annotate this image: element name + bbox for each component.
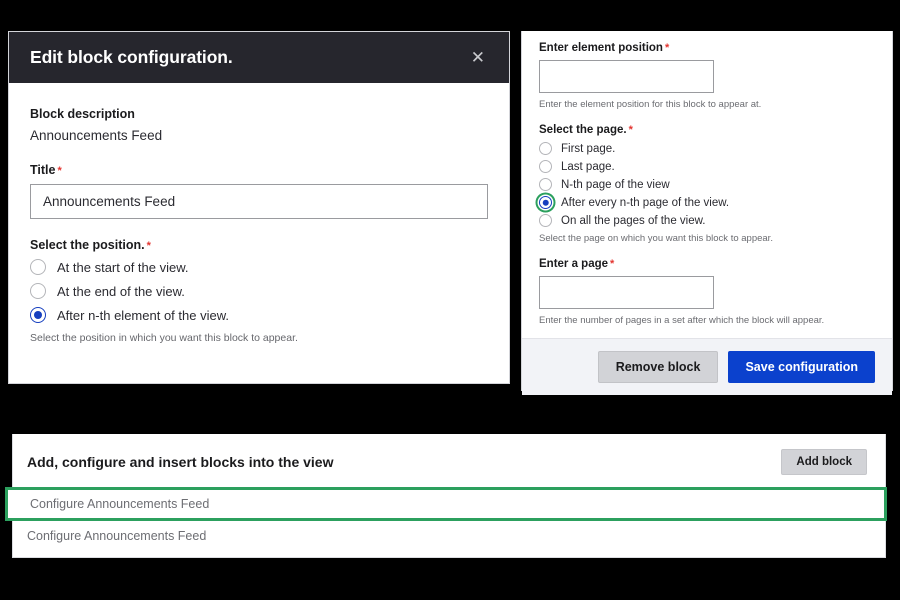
- enter-a-page-label: Enter a page *: [539, 258, 615, 270]
- element-position-help: Enter the element position for this bloc…: [539, 99, 762, 110]
- enter-a-page-help: Enter the number of pages in a set after…: [539, 315, 825, 326]
- radio-on-all-pages[interactable]: On all the pages of the view.: [539, 214, 875, 227]
- block-description-label: Block description: [30, 107, 135, 121]
- position-radio-group: At the start of the view. At the end of …: [30, 259, 488, 323]
- blocks-list-title: Add, configure and insert blocks into th…: [27, 454, 334, 470]
- radio-label: After n-th element of the view.: [57, 307, 229, 323]
- blocks-list-header: Add, configure and insert blocks into th…: [13, 434, 885, 488]
- radio-icon: [539, 214, 552, 227]
- element-position-input[interactable]: [539, 60, 714, 93]
- select-page-group: Select the page. * First page. Last page.…: [539, 124, 875, 244]
- remove-block-button[interactable]: Remove block: [597, 351, 719, 383]
- radio-label: At the end of the view.: [57, 283, 185, 299]
- enter-a-page-input[interactable]: [539, 276, 714, 309]
- dialog-title: Edit block configuration.: [30, 47, 233, 67]
- title-input[interactable]: [30, 184, 488, 219]
- required-marker: *: [146, 240, 151, 252]
- radio-after-nth-element[interactable]: After n-th element of the view.: [30, 307, 488, 323]
- radio-after-every-nth-page[interactable]: After every n-th page of the view.: [539, 196, 875, 209]
- blocks-list-panel: Add, configure and insert blocks into th…: [5, 434, 887, 558]
- dialog-footer: Remove block Save configuration: [522, 338, 892, 395]
- select-position-label: Select the position. *: [30, 238, 151, 252]
- radio-last-page[interactable]: Last page.: [539, 160, 875, 173]
- select-position-group: Select the position. * At the start of th…: [30, 238, 488, 344]
- radio-icon: [539, 142, 552, 155]
- enter-a-page-group: Enter a page * Enter the number of pages …: [539, 258, 875, 326]
- save-configuration-button[interactable]: Save configuration: [728, 351, 875, 383]
- select-page-label: Select the page. *: [539, 124, 633, 136]
- block-description-group: Block description Announcements Feed: [30, 107, 488, 143]
- required-marker: *: [664, 42, 670, 54]
- radio-nth-page[interactable]: N-th page of the view: [539, 178, 875, 191]
- element-position-group: Enter element position * Enter the elemen…: [539, 42, 875, 110]
- radio-icon: [539, 160, 552, 173]
- radio-label: Last page.: [561, 160, 615, 173]
- block-placement-panel: Enter element position * Enter the elemen…: [521, 31, 893, 395]
- page-radio-group: First page. Last page. N-th page of the …: [539, 142, 875, 227]
- required-marker: *: [610, 258, 615, 270]
- radio-icon: [30, 259, 46, 275]
- block-placement-body: Enter element position * Enter the elemen…: [522, 31, 892, 338]
- element-position-label: Enter element position *: [539, 42, 670, 54]
- list-item-configure-block-1[interactable]: Configure Announcements Feed: [5, 487, 887, 521]
- title-label: Title *: [30, 163, 62, 177]
- radio-at-end-of-view[interactable]: At the end of the view.: [30, 283, 488, 299]
- add-block-button[interactable]: Add block: [781, 449, 867, 475]
- radio-at-start-of-view[interactable]: At the start of the view.: [30, 259, 488, 275]
- edit-block-configuration-dialog: Edit block configuration. ✕ Block descri…: [8, 31, 510, 384]
- radio-label: First page.: [561, 142, 616, 155]
- radio-icon-selected-focused: [539, 196, 552, 209]
- radio-label: At the start of the view.: [57, 259, 189, 275]
- list-item-configure-block-2[interactable]: Configure Announcements Feed: [13, 521, 885, 551]
- title-field-group: Title *: [30, 163, 488, 238]
- close-icon[interactable]: ✕: [465, 45, 491, 70]
- radio-icon: [30, 283, 46, 299]
- radio-icon-selected: [30, 307, 46, 323]
- position-help-text: Select the position in which you want th…: [30, 332, 298, 344]
- block-description-value: Announcements Feed: [30, 128, 163, 143]
- radio-label: After every n-th page of the view.: [561, 196, 730, 209]
- radio-label: N-th page of the view: [561, 178, 670, 191]
- radio-first-page[interactable]: First page.: [539, 142, 875, 155]
- screen-root: Edit block configuration. ✕ Block descri…: [0, 0, 900, 600]
- dialog-header: Edit block configuration. ✕: [9, 32, 509, 83]
- radio-icon: [539, 178, 552, 191]
- dialog-body: Block description Announcements Feed Tit…: [9, 83, 509, 383]
- required-marker: *: [57, 165, 62, 177]
- select-page-help: Select the page on which you want this b…: [539, 233, 773, 244]
- required-marker: *: [628, 124, 633, 136]
- radio-label: On all the pages of the view.: [561, 214, 706, 227]
